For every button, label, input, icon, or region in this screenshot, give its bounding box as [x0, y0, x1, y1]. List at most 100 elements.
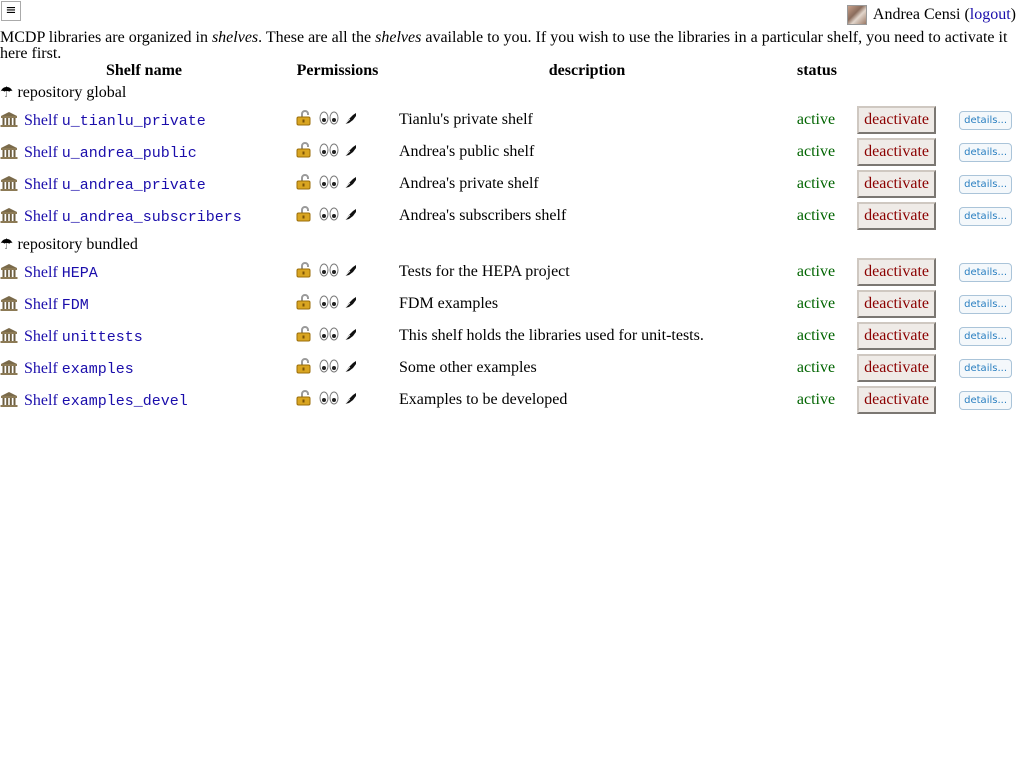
deactivate-button[interactable]: deactivate — [857, 106, 936, 134]
shelf-description: This shelf holds the libraries used for … — [399, 327, 704, 344]
lock-icon — [296, 325, 314, 347]
shelf-link[interactable]: Shelf u_tianlu_private — [24, 112, 206, 130]
status-badge: active — [796, 359, 836, 376]
shelf-prefix: Shelf — [24, 391, 58, 409]
table-row: Shelf unittests This shelf holds the libr… — [0, 320, 1012, 352]
shelf-link[interactable]: Shelf unittests — [24, 328, 143, 346]
pen-nib-icon — [344, 175, 358, 194]
permissions-cell — [288, 168, 387, 200]
shelf-description: Tests for the HEPA project — [399, 263, 570, 280]
deactivate-button[interactable]: deactivate — [857, 290, 936, 318]
action-cell: deactivate — [845, 256, 936, 288]
pen-nib-icon — [344, 359, 358, 378]
library-building-icon — [0, 359, 18, 375]
permissions-cell — [288, 200, 387, 232]
status-badge: active — [796, 143, 836, 160]
user-name: Andrea Censi — [872, 6, 961, 23]
repository-cell: ☂ repository bundled — [0, 232, 1012, 256]
eyes-icon — [319, 175, 339, 194]
details-button[interactable]: details... — [959, 263, 1012, 282]
intro-part: MCDP libraries are organized in — [0, 29, 212, 46]
library-building-icon — [0, 391, 18, 407]
repository-cell: ☂ repository global — [0, 80, 1012, 104]
deactivate-button[interactable]: deactivate — [857, 202, 936, 230]
shelf-name: FDM — [61, 296, 89, 314]
details-button[interactable]: details... — [959, 111, 1012, 130]
avatar — [846, 5, 867, 25]
deactivate-button[interactable]: deactivate — [857, 386, 936, 414]
shelf-name: u_tianlu_private — [61, 112, 206, 130]
table-row: Shelf u_tianlu_private Tianlu's private s… — [0, 104, 1012, 136]
pen-nib-icon — [344, 207, 358, 226]
shelf-name: examples_devel — [61, 392, 188, 410]
shelf-link[interactable]: Shelf examples — [24, 360, 134, 378]
status-badge: active — [796, 327, 836, 344]
shelf-description: Examples to be developed — [399, 391, 568, 408]
details-cell: details... — [936, 352, 1012, 384]
details-button[interactable]: details... — [959, 207, 1012, 226]
shelf-name-cell: Shelf examples — [0, 352, 288, 384]
shelf-description: Andrea's subscribers shelf — [399, 207, 567, 224]
shelf-name: HEPA — [61, 264, 98, 282]
status-badge: active — [796, 111, 836, 128]
shelf-link[interactable]: Shelf HEPA — [24, 263, 98, 282]
deactivate-button[interactable]: deactivate — [857, 354, 936, 382]
library-building-icon — [0, 143, 18, 159]
header-description: description — [548, 62, 626, 79]
details-button[interactable]: details... — [959, 327, 1012, 346]
menu-icon[interactable]: ≡ — [1, 1, 21, 21]
repository-row: ☂ repository global — [0, 80, 1012, 104]
shelf-prefix: Shelf — [24, 263, 58, 281]
details-button[interactable]: details... — [959, 295, 1012, 314]
shelf-description: Andrea's public shelf — [399, 143, 535, 160]
details-cell: details... — [936, 136, 1012, 168]
details-button[interactable]: details... — [959, 359, 1012, 378]
details-button[interactable]: details... — [959, 143, 1012, 162]
pen-nib-icon — [344, 263, 358, 282]
shelf-link[interactable]: Shelf u_andrea_public — [24, 144, 197, 162]
eyes-icon — [319, 111, 339, 130]
shelf-prefix: Shelf — [24, 207, 58, 225]
header-shelf-name: Shelf name — [106, 62, 182, 79]
action-cell: deactivate — [845, 200, 936, 232]
shelf-link[interactable]: Shelf examples_devel — [24, 391, 188, 410]
deactivate-button[interactable]: deactivate — [857, 170, 936, 198]
lock-icon — [296, 389, 314, 411]
shelf-link[interactable]: Shelf FDM — [24, 296, 89, 314]
lock-icon — [296, 173, 314, 195]
table-row: Shelf examples_devel Examples to be devel… — [0, 384, 1012, 416]
intro-text: MCDP libraries are organized in shelves.… — [0, 30, 1020, 62]
eyes-icon — [319, 263, 339, 282]
deactivate-button[interactable]: deactivate — [857, 322, 936, 350]
action-cell: deactivate — [845, 288, 936, 320]
details-button[interactable]: details... — [959, 391, 1012, 410]
details-cell: details... — [936, 104, 1012, 136]
shelf-link[interactable]: Shelf u_andrea_private — [24, 176, 206, 194]
shelf-link[interactable]: Shelf u_andrea_subscribers — [24, 207, 242, 226]
deactivate-button[interactable]: deactivate — [857, 138, 936, 166]
shelf-name: examples — [61, 360, 134, 378]
library-building-icon — [0, 327, 18, 343]
permissions-cell — [288, 256, 387, 288]
paren-close: ) — [1010, 6, 1016, 23]
deactivate-button[interactable]: deactivate — [857, 258, 936, 286]
details-button[interactable]: details... — [959, 175, 1012, 194]
table-row: Shelf u_andrea_public Andrea's public she… — [0, 136, 1012, 168]
table-row: Shelf u_andrea_subscribers Andrea's subsc… — [0, 200, 1012, 232]
action-cell: deactivate — [845, 168, 936, 200]
library-building-icon — [0, 207, 18, 223]
shelf-name: u_andrea_public — [61, 144, 197, 162]
action-cell: deactivate — [845, 352, 936, 384]
library-building-icon — [0, 263, 18, 279]
permissions-cell — [288, 136, 387, 168]
repository-label: repository global — [17, 83, 127, 101]
table-header-row: Shelf name Permissions description statu… — [0, 62, 1012, 80]
shelf-name-cell: Shelf HEPA — [0, 256, 288, 288]
details-cell: details... — [936, 288, 1012, 320]
eyes-icon — [319, 327, 339, 346]
status-badge: active — [796, 175, 836, 192]
status-badge: active — [796, 295, 836, 312]
lock-icon — [296, 109, 314, 131]
header-status: status — [797, 62, 838, 79]
logout-link[interactable]: logout — [970, 6, 1011, 24]
